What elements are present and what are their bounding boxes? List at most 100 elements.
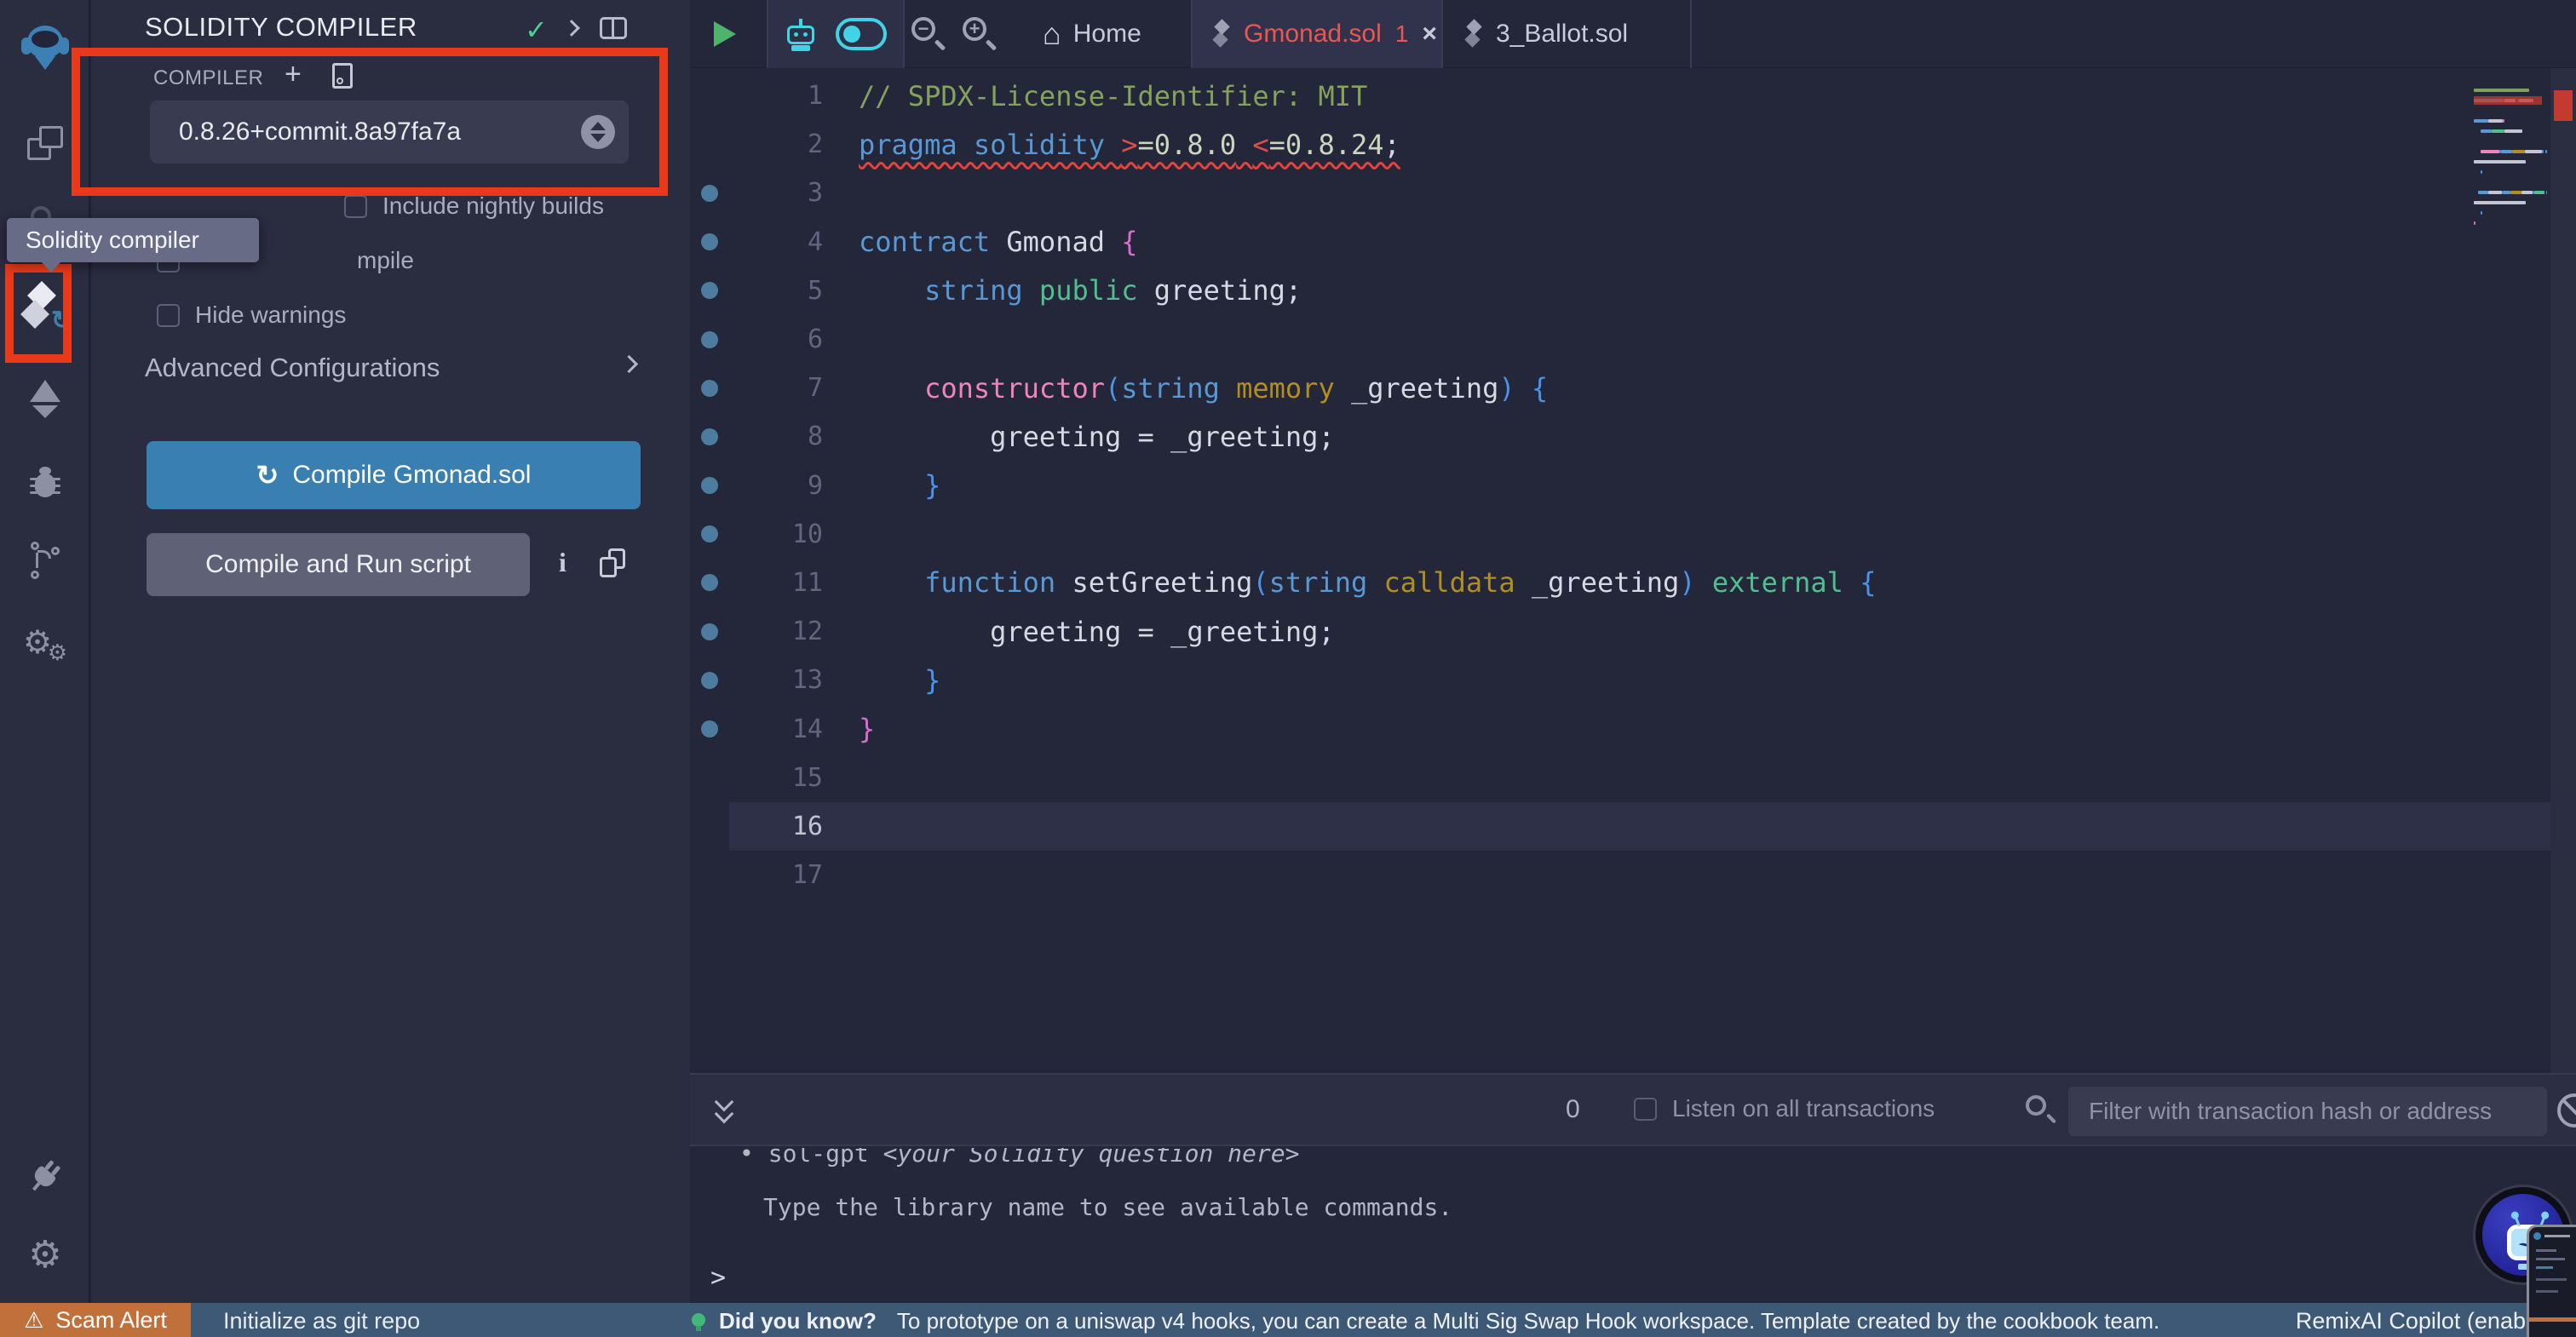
transaction-filter-input[interactable] [2068,1087,2547,1136]
ai-copilot-segment [767,0,905,68]
status-bar: ⚠ Scam Alert Initialize as git repo Did … [0,1303,2576,1337]
tab-gmonad-sol[interactable]: Gmonad.sol 1 × [1191,0,1443,68]
code-text: constructor(string memory _greeting) { [924,371,1549,405]
line-number: 17 [791,860,823,891]
code-line-7[interactable]: 7 constructor(string memory _greeting) { [690,364,2576,412]
hide-warnings-checkbox[interactable] [157,303,180,327]
auto-compile-label-visible-fragment: mpile [357,247,414,273]
home-icon: ⌂ [1043,16,1061,51]
code-editor[interactable]: 1 // SPDX-License-Identifier: MIT 2 pragma … [690,68,2576,1073]
solidity-compiler-icon[interactable]: ↻ [0,281,90,335]
chevron-right-icon[interactable] [563,20,580,37]
terminal-toolbar: 0 Listen on all transactions [690,1073,2576,1146]
code-text: contract Gmonad { [859,226,1138,259]
line-number: 10 [791,519,823,549]
code-text: string public greeting; [924,274,1302,307]
code-line-13[interactable]: 13 } [690,656,2576,704]
line-number: 4 [807,227,823,257]
minimap-line [2474,116,2547,126]
line-decoration-dot [690,477,729,494]
clear-console-icon[interactable] [2557,1093,2576,1128]
remix-ide-window: ↻ ⚙ ⚙ ⚙ SOLIDITY COMPILER ✓ COMPILER + 0.… [0,0,2576,1337]
copilot-robot-icon[interactable] [785,17,817,51]
copy-icon[interactable] [600,548,625,577]
copilot-toggle-icon[interactable] [836,18,887,50]
code-line-14[interactable]: 14} [690,704,2576,753]
scam-alert-badge[interactable]: ⚠ Scam Alert [0,1303,191,1337]
solidity-file-icon [1212,19,1230,49]
code-line-4[interactable]: 4 contract Gmonad { [690,218,2576,267]
refresh-icon: ↻ [256,460,279,491]
terminal-collapse-icon[interactable] [710,1092,741,1128]
code-line-15[interactable]: 15 [690,754,2576,802]
line-decoration-dot [690,380,729,397]
line-number: 7 [807,373,823,404]
code-line-17[interactable]: 17 [690,851,2576,899]
line-decoration-dot [690,574,729,591]
compiler-version-select[interactable]: 0.8.26+commit.8a97fa7a [150,100,629,164]
line-number: 8 [807,422,823,452]
debugger-icon[interactable] [0,467,90,501]
close-tab-icon[interactable]: × [1422,20,1437,49]
add-compiler-icon[interactable]: + [285,58,302,91]
code-line-16[interactable]: 16 [690,801,2576,851]
listen-transactions-checkbox[interactable] [1634,1097,1657,1121]
settings-gear-icon[interactable]: ⚙ [0,1237,90,1274]
solidity-file-icon [1464,19,1482,49]
zoom-in-icon[interactable]: + [961,15,998,53]
deploy-and-run-icon[interactable] [0,380,90,419]
terminal-output[interactable]: • sol-gpt <your Solidity question here> … [690,1148,2576,1303]
code-line-3[interactable]: 3 [690,169,2576,217]
minimap-line [2474,146,2547,157]
code-text: } [859,713,876,746]
plugin-manager-icon[interactable]: ⚙ ⚙ [0,623,90,665]
line-number: 6 [807,324,823,355]
license-file-icon[interactable] [332,63,353,89]
line-number: 12 [791,617,823,647]
minimap-line [2474,95,2547,106]
code-line-10[interactable]: 10 [690,510,2576,559]
code-text: // SPDX-License-Identifier: MIT [859,79,1368,112]
code-text: } [924,469,941,502]
hide-warnings-row: Hide warnings [157,301,346,329]
code-line-6[interactable]: 6 [690,315,2576,364]
line-decoration-dot [690,720,729,737]
error-count-badge: 1 [1394,20,1409,47]
code-line-2[interactable]: 2 pragma solidity >=0.8.0 <=0.8.24; [690,120,2576,169]
code-line-5[interactable]: 5 string public greeting; [690,267,2576,315]
lightbulb-icon [692,1313,705,1331]
minimap-line [2474,198,2547,208]
code-text: function setGreeting(string calldata _gr… [924,566,1877,600]
code-line-11[interactable]: 11 function setGreeting(string calldata … [690,559,2576,607]
code-line-12[interactable]: 12 greeting = _greeting; [690,607,2576,656]
play-icon [714,21,736,47]
editor-column: − + ⌂ Home Gmonad.sol 1 × 3_Ballot.sol 1… [690,0,2576,1303]
advanced-configurations[interactable]: Advanced Configurations [145,353,639,383]
remix-logo-icon[interactable] [0,26,90,70]
code-line-9[interactable]: 9 } [690,462,2576,510]
tab-ballot-sol[interactable]: 3_Ballot.sol [1445,0,1692,68]
git-icon[interactable] [0,542,90,579]
run-script-play-button[interactable] [697,12,751,56]
activity-bar: ↻ ⚙ ⚙ ⚙ [0,0,90,1303]
tab-home[interactable]: ⌂ Home [1021,0,1164,68]
zoom-out-icon[interactable]: − [910,15,946,53]
line-decoration-dot [690,428,729,445]
include-nightly-checkbox[interactable] [344,194,367,218]
line-number: 2 [807,129,823,160]
line-decoration-dot [690,525,729,542]
file-explorer-icon[interactable] [0,126,90,160]
pin-panel-icon[interactable] [600,17,627,39]
code-line-8[interactable]: 8 greeting = _greeting; [690,412,2576,461]
initialize-git-repo[interactable]: Initialize as git repo [223,1308,420,1334]
minimap[interactable] [2474,85,2547,247]
info-icon[interactable]: i [559,547,566,578]
code-line-1[interactable]: 1 // SPDX-License-Identifier: MIT [690,72,2576,120]
editor-scrollbar[interactable] [2550,68,2576,1073]
terminal-search-icon[interactable] [2026,1095,2057,1124]
line-number: 9 [807,470,823,501]
compile-button[interactable]: ↻ Compile Gmonad.sol [147,441,641,509]
screenshot-preview-thumbnail[interactable] [2527,1225,2576,1337]
plug-icon[interactable] [0,1158,90,1194]
compile-and-run-button[interactable]: Compile and Run script [147,533,530,596]
